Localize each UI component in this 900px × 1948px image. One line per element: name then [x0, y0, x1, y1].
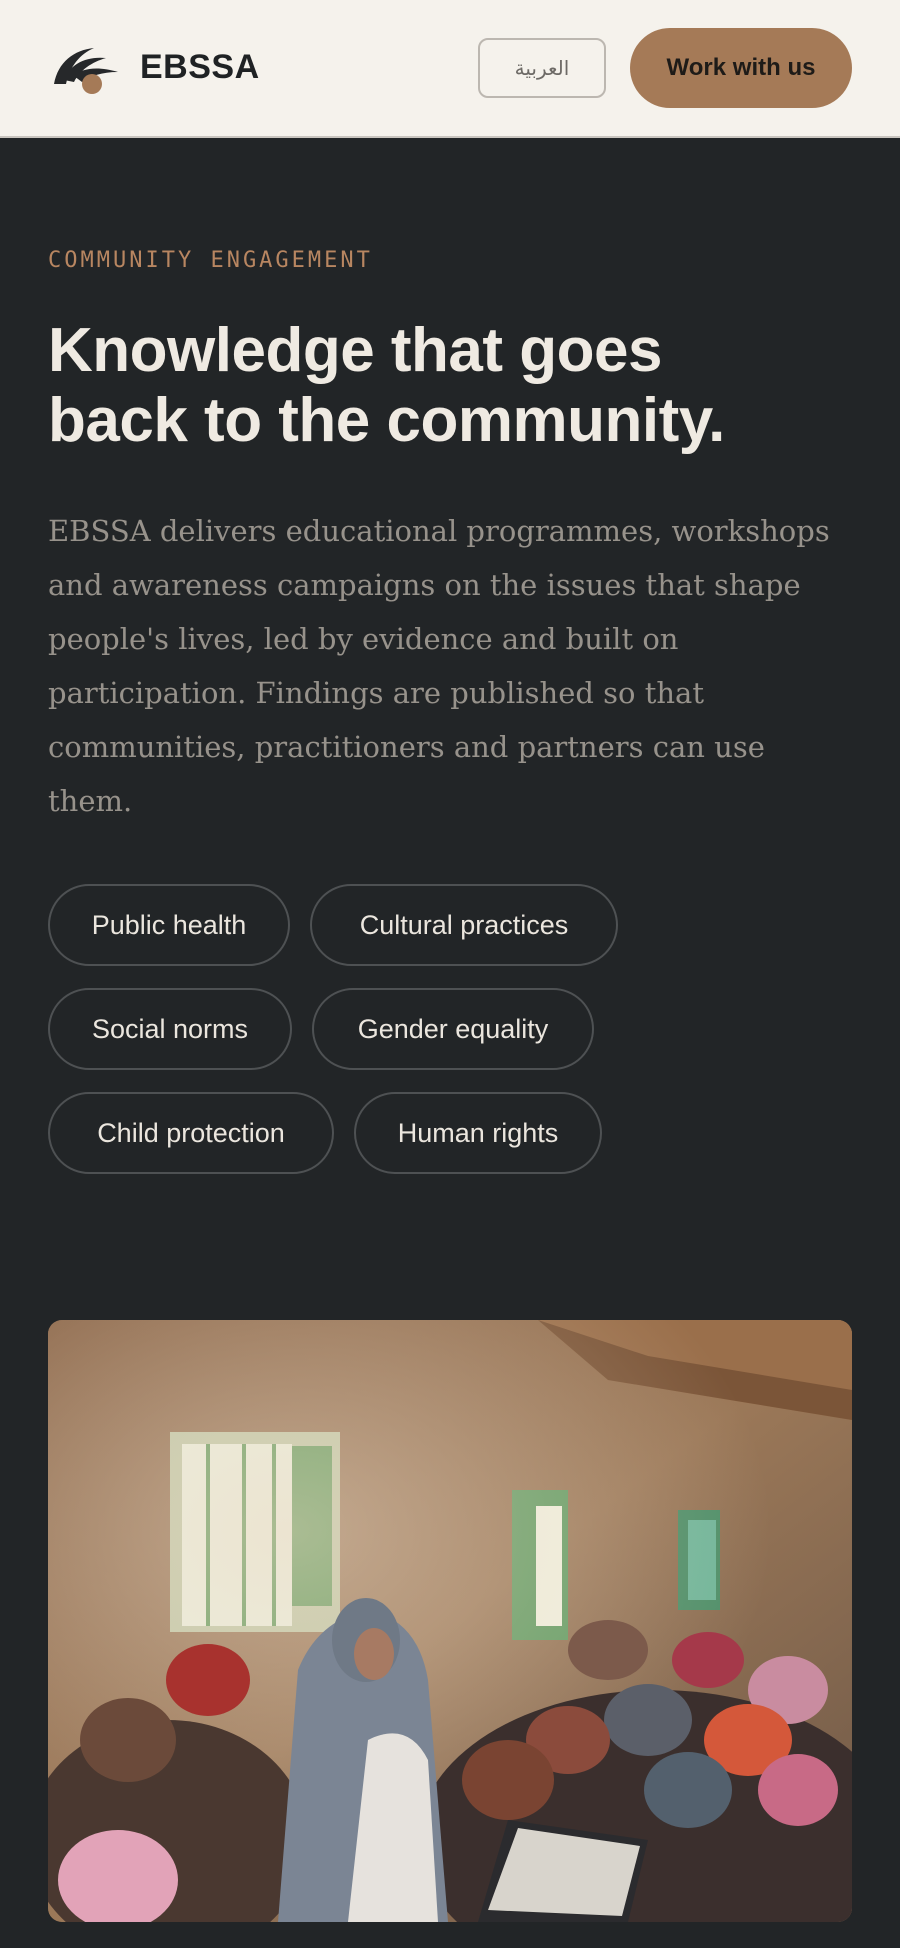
work-with-us-button[interactable]: Work with us [630, 28, 852, 108]
tag-social-norms[interactable]: Social norms [48, 988, 292, 1070]
headline-line-1: Knowledge that goes [48, 316, 662, 385]
page-title: Knowledge that goes back to the communit… [48, 316, 848, 456]
workshop-photo-illustration [48, 1320, 852, 1922]
headline-line-2: back to the community. [48, 386, 725, 455]
workshop-photo [48, 1320, 852, 1922]
tag-cultural-practices[interactable]: Cultural practices [310, 884, 618, 966]
brand-name[interactable]: EBSSA [140, 48, 260, 87]
tag-public-health[interactable]: Public health [48, 884, 290, 966]
language-switch-button[interactable]: العربية [478, 38, 606, 98]
intro-paragraph: EBSSA delivers educational programmes, w… [48, 514, 830, 818]
tag-human-rights[interactable]: Human rights [354, 1092, 602, 1174]
tag-gender-equality[interactable]: Gender equality [312, 988, 594, 1070]
section-eyebrow: COMMUNITY ENGAGEMENT [48, 248, 373, 273]
ebssa-logo-icon[interactable] [48, 40, 120, 96]
tag-child-protection[interactable]: Child protection [48, 1092, 334, 1174]
top-bar: EBSSA العربية Work with us [0, 0, 900, 138]
